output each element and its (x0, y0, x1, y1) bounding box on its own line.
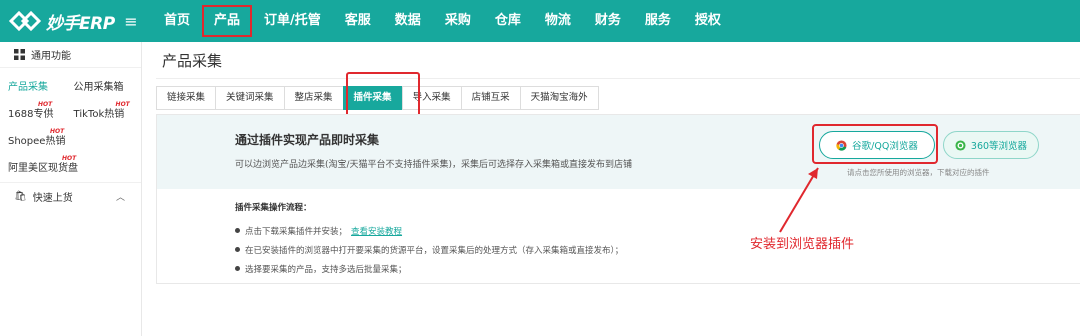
banner-title: 通过插件实现产品即时采集 (235, 133, 380, 147)
step-item: 在已安装插件的浏览器中打开要采集的货源平台，设置采集后的处理方式（存入采集箱或直… (235, 240, 623, 259)
nav-service[interactable]: 客服 (333, 5, 383, 37)
nav-services[interactable]: 服务 (633, 5, 683, 37)
sidebar-row: 阿里美区现货盘 HOT (0, 153, 141, 180)
divider (156, 78, 1080, 79)
sidebar-item-ali-us[interactable]: 阿里美区现货盘 HOT (0, 155, 141, 174)
sidebar-item-shopee[interactable]: Shopee热销 HOT (0, 128, 141, 147)
nav-purchase[interactable]: 采购 (433, 5, 483, 37)
sidebar-row: 1688专供 HOT TikTok热销 HOT (0, 99, 141, 126)
sidebar-item-label: 1688专供 (8, 109, 54, 120)
nav-product[interactable]: 产品 (202, 5, 253, 37)
annotation-arrow-icon (779, 167, 819, 233)
360-browser-icon (955, 139, 966, 151)
sidebar-item-product-collect[interactable]: 产品采集 (0, 78, 66, 93)
sidebar-section-quick-upload[interactable]: 🛍 快速上货 ︿ (0, 182, 141, 210)
tab-tmall-overseas[interactable]: 天猫淘宝海外 (519, 86, 599, 110)
sidebar-row: 产品采集 公用采集箱 (0, 72, 141, 99)
hot-badge: HOT (50, 128, 65, 135)
sidebar-item-label: Shopee热销 (8, 136, 66, 147)
nav-warehouse[interactable]: 仓库 (483, 5, 533, 37)
sidebar-header-label: 通用功能 (31, 51, 71, 62)
annotation-text: 安装到浏览器插件 (750, 237, 855, 252)
sidebar-item-1688[interactable]: 1688专供 HOT (0, 101, 66, 120)
menu-icon[interactable]: ≡ (116, 12, 146, 31)
bullet-icon (235, 247, 240, 252)
tab-shop-mutual[interactable]: 店铺互采 (460, 86, 520, 110)
highlight-box (812, 124, 938, 164)
tab-store-collect[interactable]: 整店采集 (283, 86, 343, 110)
banner-description: 可以边浏览产品边采集(淘宝/天猫平台不支持插件采集)，采集后可选择存入采集箱或直… (235, 160, 633, 170)
nav-home[interactable]: 首页 (152, 5, 202, 37)
tab-keyword-collect[interactable]: 关键词采集 (215, 86, 284, 110)
nav-orders[interactable]: 订单/托管 (252, 5, 333, 37)
steps-list: 插件采集操作流程： 点击下载采集插件并安装； 查看安装教程 在已安装插件的浏览器… (235, 201, 623, 278)
grid-icon (14, 49, 25, 60)
page-title: 产品采集 (162, 52, 223, 70)
bullet-icon (235, 266, 240, 271)
main-content: 产品采集 链接采集 关键词采集 整店采集 插件采集 导入采集 店铺互采 天猫淘宝… (156, 42, 1080, 336)
tab-link-collect[interactable]: 链接采集 (156, 86, 216, 110)
sidebar-row: Shopee热销 HOT (0, 126, 141, 153)
sidebar-item-label: 阿里美区现货盘 (8, 163, 78, 174)
sidebar-item-tiktok[interactable]: TikTok热销 HOT (66, 101, 141, 120)
sidebar: 通用功能 产品采集 公用采集箱 1688专供 HOT TikTok热销 HOT … (0, 42, 142, 336)
top-nav-bar: 妙手ERP ≡ 首页 产品 订单/托管 客服 数据 采购 仓库 物流 财务 服务… (0, 0, 1080, 42)
chevron-up-icon: ︿ (115, 193, 125, 203)
hot-badge: HOT (115, 101, 130, 108)
sidebar-header[interactable]: 通用功能 (0, 42, 141, 68)
step-item: 点击下载采集插件并安装； 查看安装教程 (235, 221, 623, 240)
main-nav: 首页 产品 订单/托管 客服 数据 采购 仓库 物流 财务 服务 授权 (152, 0, 733, 42)
bullet-icon (235, 228, 240, 233)
sidebar-section-label: 快速上货 (32, 193, 73, 204)
hot-badge: HOT (62, 155, 77, 162)
sidebar-item-public-box[interactable]: 公用采集箱 (66, 78, 141, 93)
sidebar-item-label: TikTok热销 (73, 109, 125, 120)
360-browser-button[interactable]: 360等浏览器 (943, 131, 1039, 159)
nav-finance[interactable]: 财务 (583, 5, 633, 37)
360-button-label: 360等浏览器 (970, 141, 1028, 152)
step-item: 选择要采集的产品，支持多选后批量采集； (235, 259, 623, 278)
plugin-banner: 通过插件实现产品即时采集 可以边浏览产品边采集(淘宝/天猫平台不支持插件采集)，… (157, 115, 1080, 189)
logo[interactable]: 妙手ERP (0, 0, 116, 42)
nav-authorize[interactable]: 授权 (683, 5, 733, 37)
nav-logistics[interactable]: 物流 (533, 5, 583, 37)
step-text: 选择要采集的产品，支持多选后批量采集； (245, 264, 407, 275)
steps-title: 插件采集操作流程： (235, 203, 312, 213)
logo-text: 妙手ERP (46, 13, 115, 34)
step-text: 在已安装插件的浏览器中打开要采集的货源平台，设置采集后的处理方式（存入采集箱或直… (245, 245, 624, 256)
hot-badge: HOT (38, 101, 53, 108)
bag-icon: 🛍 (14, 191, 27, 202)
banner-hint: 请点击您所使用的浏览器，下载对应的插件 (847, 168, 990, 177)
install-tutorial-link[interactable]: 查看安装教程 (351, 225, 402, 237)
nav-data[interactable]: 数据 (383, 5, 433, 37)
highlight-box (346, 72, 420, 118)
plugin-panel: 通过插件实现产品即时采集 可以边浏览产品边采集(淘宝/天猫平台不支持插件采集)，… (156, 114, 1080, 284)
step-text: 点击下载采集插件并安装； (245, 226, 348, 237)
logo-mark-icon (8, 10, 42, 32)
